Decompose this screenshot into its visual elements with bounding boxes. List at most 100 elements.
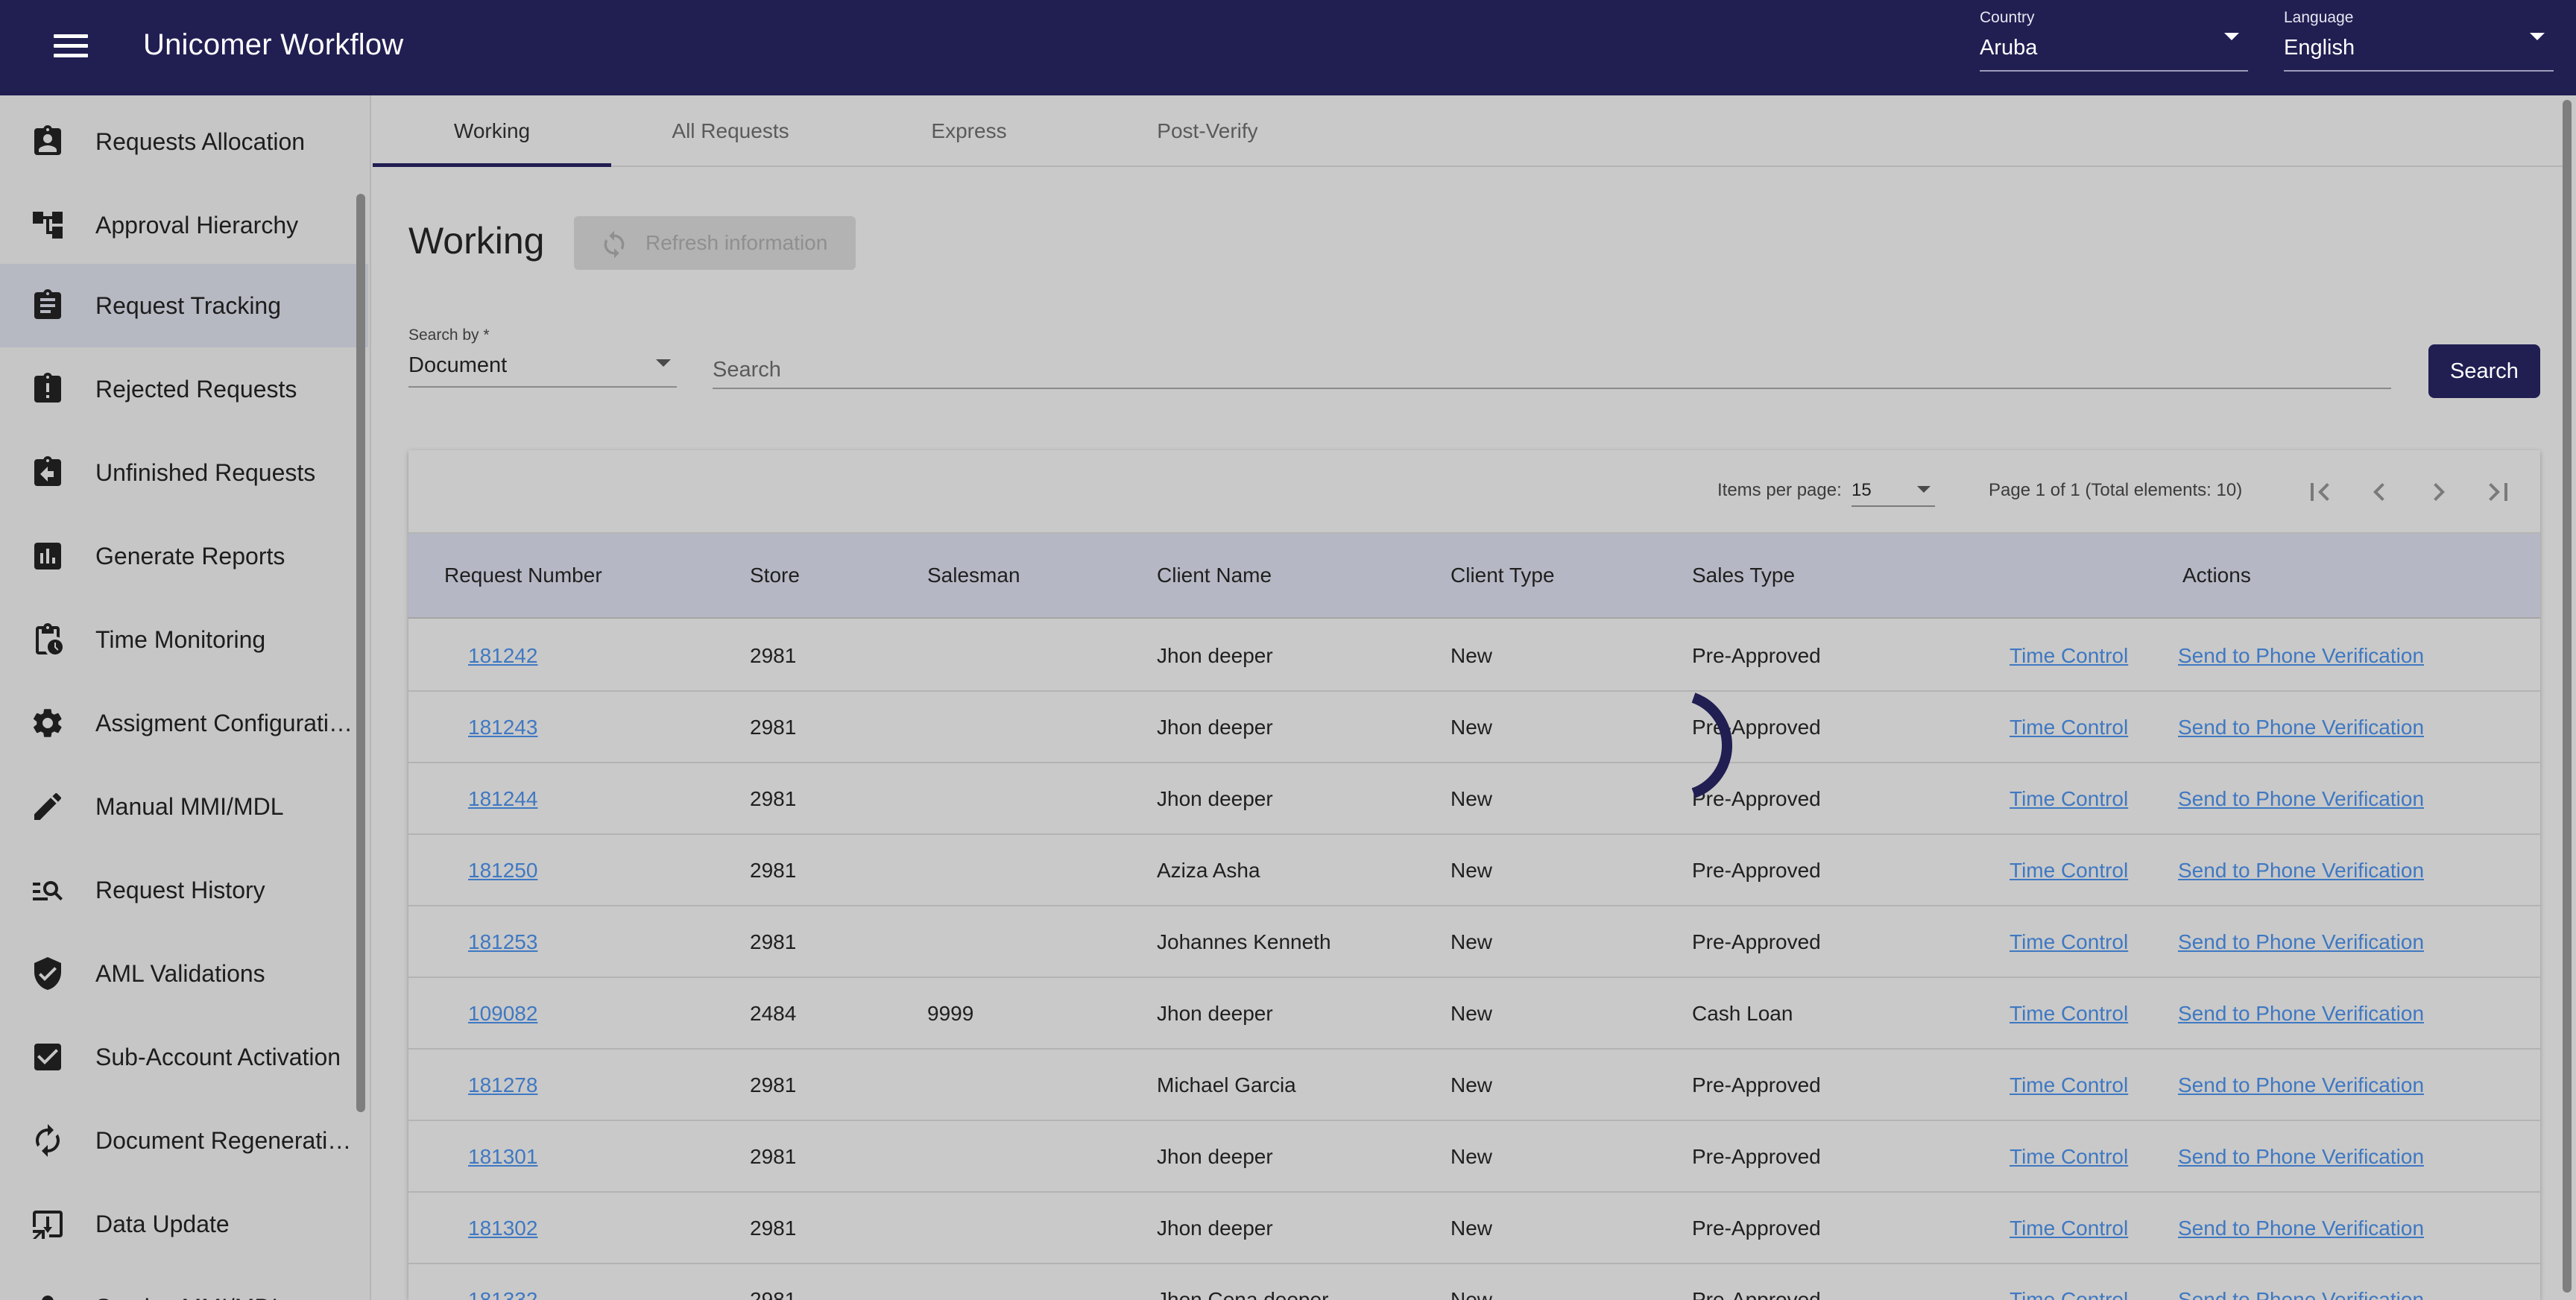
salesman-cell: 9999 (927, 1002, 974, 1025)
time-control-link[interactable]: Time Control (2010, 1002, 2128, 1026)
request-number-link[interactable]: 181332 (468, 1288, 537, 1300)
requests-table-card: Items per page: 15 Page 1 of 1 (Total el… (408, 450, 2540, 1300)
search-input[interactable] (713, 352, 2391, 389)
send-to-phone-verification-link[interactable]: Send to Phone Verification (2178, 1288, 2424, 1300)
sidebar-item-data-update[interactable]: Data Update (0, 1182, 368, 1266)
person-icon (42, 1296, 54, 1300)
sidebar-item-document-regeneration[interactable]: Document Regenerati… (0, 1099, 368, 1182)
column-header[interactable]: Request Number (444, 564, 602, 587)
tab-working[interactable]: Working (373, 95, 611, 167)
sidebar-item-time-monitoring[interactable]: Time Monitoring (0, 598, 368, 681)
store-cell: 2981 (750, 716, 797, 739)
request-number-link[interactable]: 181242 (468, 644, 537, 668)
search-by-value: Document (408, 353, 508, 377)
sidebar-item-requests-allocation[interactable]: Requests Allocation (0, 100, 368, 183)
table-row: 181243 2981 Jhon deeper New Pre-Approved Time… (408, 692, 2540, 763)
tab-all-requests[interactable]: All Requests (611, 95, 850, 167)
table-row: 181301 2981 Jhon deeper New Pre-Approved Time… (408, 1121, 2540, 1193)
send-to-phone-verification-link[interactable]: Send to Phone Verification (2178, 930, 2424, 954)
client-name-cell: Jhon deeper (1157, 1002, 1273, 1025)
sidebar-item-service-mmi-mdl[interactable]: Service MMI/MDL (0, 1266, 368, 1300)
tab-express[interactable]: Express (850, 95, 1088, 167)
request-number-link[interactable]: 181278 (468, 1073, 537, 1097)
gear-icon (34, 709, 62, 737)
country-select[interactable]: Country Aruba (1980, 9, 2248, 72)
app-title: Unicomer Workflow (143, 28, 404, 61)
sales-type-cell: Pre-Approved (1692, 1217, 1821, 1240)
send-to-phone-verification-link[interactable]: Send to Phone Verification (2178, 1217, 2424, 1240)
time-control-link[interactable]: Time Control (2010, 716, 2128, 739)
last-page-icon[interactable] (2481, 474, 2516, 510)
items-per-page-select[interactable]: 15 (1852, 474, 1935, 507)
tab-post-verify[interactable]: Post-Verify (1088, 95, 1327, 167)
send-to-phone-verification-link[interactable]: Send to Phone Verification (2178, 1002, 2424, 1026)
store-cell: 2981 (750, 644, 797, 667)
client-name-cell: Jhon deeper (1157, 787, 1273, 810)
request-number-link[interactable]: 181250 (468, 859, 537, 883)
sales-type-cell: Cash Loan (1692, 1002, 1793, 1025)
time-control-link[interactable]: Time Control (2010, 1073, 2128, 1097)
sidebar-item-generate-reports[interactable]: Generate Reports (0, 514, 368, 598)
assignment-icon (34, 289, 61, 319)
send-to-phone-verification-link[interactable]: Send to Phone Verification (2178, 1145, 2424, 1169)
sidebar-item-request-tracking[interactable]: Request Tracking (0, 264, 368, 347)
client-type-cell: New (1450, 1288, 1493, 1300)
send-to-phone-verification-link[interactable]: Send to Phone Verification (2178, 644, 2424, 668)
refresh-information-button[interactable]: Refresh information (574, 216, 856, 270)
table-row: 181278 2981 Michael Garcia New Pre-Approved T… (408, 1050, 2540, 1121)
refresh-label: Refresh information (645, 231, 828, 254)
assignment-return-icon (34, 456, 61, 486)
column-header[interactable]: Store (750, 564, 800, 587)
sidebar-nav: Requests Allocation Approval Hierarchy R… (0, 95, 371, 1300)
hamburger-menu-icon[interactable] (54, 34, 88, 61)
sidebar-item-unfinished-requests[interactable]: Unfinished Requests (0, 431, 368, 514)
sales-type-cell: Pre-Approved (1692, 644, 1821, 667)
request-number-link[interactable]: 181302 (468, 1217, 537, 1240)
request-number-link[interactable]: 181243 (468, 716, 537, 739)
request-number-link[interactable]: 109082 (468, 1002, 537, 1026)
page-title: Working (408, 220, 545, 262)
send-to-phone-verification-link[interactable]: Send to Phone Verification (2178, 716, 2424, 739)
sidebar-item-approval-hierarchy[interactable]: Approval Hierarchy (0, 183, 368, 267)
send-to-phone-verification-link[interactable]: Send to Phone Verification (2178, 787, 2424, 811)
sales-type-cell: Pre-Approved (1692, 859, 1821, 882)
first-page-icon[interactable] (2302, 474, 2337, 510)
sidebar-item-manual-mmi-mdl[interactable]: Manual MMI/MDL (0, 765, 368, 848)
page-range-label: Page 1 of 1 (Total elements: 10) (1989, 480, 2243, 500)
time-control-link[interactable]: Time Control (2010, 644, 2128, 668)
sidebar-item-request-history[interactable]: Request History (0, 848, 368, 932)
column-header[interactable]: Client Name (1157, 564, 1272, 587)
previous-page-icon[interactable] (2361, 474, 2397, 510)
time-control-link[interactable]: Time Control (2010, 787, 2128, 811)
client-type-cell: New (1450, 859, 1493, 882)
main-content: Working All Requests Express Post-Verify… (373, 95, 2576, 1300)
column-header[interactable]: Sales Type (1692, 564, 1795, 587)
time-control-link[interactable]: Time Control (2010, 859, 2128, 883)
time-control-link[interactable]: Time Control (2010, 1288, 2128, 1300)
sidebar-item-assigment-configuration[interactable]: Assigment Configurati… (0, 681, 368, 765)
send-to-phone-verification-link[interactable]: Send to Phone Verification (2178, 859, 2424, 883)
column-header[interactable]: Salesman (927, 564, 1020, 587)
table-header: Request Number Store Salesman Client Nam… (408, 534, 2540, 619)
sales-type-cell: Pre-Approved (1692, 930, 1821, 953)
search-button[interactable]: Search (2428, 344, 2540, 398)
assignment-ind-icon (34, 125, 61, 155)
sidebar-item-sub-account-activation[interactable]: Sub-Account Activation (0, 1015, 368, 1099)
sidebar-item-rejected-requests[interactable]: Rejected Requests (0, 347, 368, 431)
time-control-link[interactable]: Time Control (2010, 930, 2128, 954)
sidebar-scrollbar[interactable] (356, 194, 365, 1112)
time-control-link[interactable]: Time Control (2010, 1217, 2128, 1240)
search-by-label: Search by * (408, 326, 490, 344)
request-number-link[interactable]: 181253 (468, 930, 537, 954)
next-page-icon[interactable] (2421, 474, 2457, 510)
request-number-link[interactable]: 181301 (468, 1145, 537, 1169)
time-control-link[interactable]: Time Control (2010, 1145, 2128, 1169)
search-by-select[interactable]: Search by * Document (408, 326, 677, 388)
column-header[interactable]: Client Type (1450, 564, 1555, 587)
main-scrollbar[interactable] (2563, 100, 2572, 1293)
sidebar-item-aml-validations[interactable]: AML Validations (0, 932, 368, 1015)
pencil-icon (34, 793, 61, 820)
language-select[interactable]: Language English (2284, 9, 2554, 72)
send-to-phone-verification-link[interactable]: Send to Phone Verification (2178, 1073, 2424, 1097)
request-number-link[interactable]: 181244 (468, 787, 537, 811)
